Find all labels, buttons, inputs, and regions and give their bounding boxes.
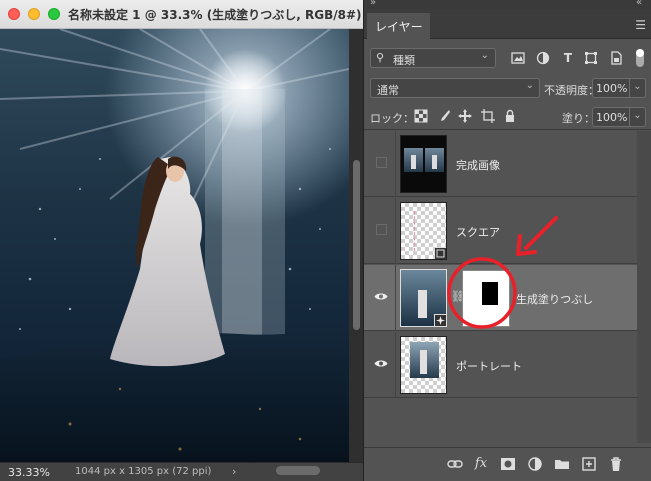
new-group-folder-icon[interactable]	[554, 456, 570, 472]
layer-row-generative-fill[interactable]: ⛓ 生成塗りつぶし	[364, 265, 637, 331]
layer-row-square[interactable]: スクエア	[364, 198, 637, 264]
layer-thumbnail	[400, 336, 447, 394]
expand-icon[interactable]: «	[636, 0, 642, 8]
shape-badge-icon	[434, 247, 446, 259]
search-icon: ⚲	[376, 51, 385, 64]
layer-mask-thumbnail[interactable]	[462, 270, 510, 327]
visibility-toggle[interactable]	[364, 265, 396, 331]
visibility-toggle[interactable]	[364, 131, 396, 197]
layer-thumbnail	[400, 135, 447, 193]
generative-badge-icon	[434, 314, 446, 326]
fill-label: 塗り：	[562, 112, 595, 125]
filter-toggle[interactable]	[636, 49, 644, 67]
filter-kind-select[interactable]: ⚲ 種類 ⌄	[370, 48, 496, 68]
visibility-off-box[interactable]	[376, 157, 387, 168]
opacity-label: 不透明度：	[544, 84, 599, 97]
eye-icon[interactable]	[374, 359, 388, 368]
lock-label: ロック：	[370, 112, 414, 125]
lock-position-icon[interactable]	[458, 109, 472, 123]
visibility-toggle[interactable]	[364, 198, 396, 264]
layer-name[interactable]: ポートレート	[456, 358, 522, 374]
fill-dropdown-chevron-icon[interactable]: ⌄	[630, 107, 646, 127]
horizontal-scroll-thumb[interactable]	[276, 466, 320, 475]
panel-tabs: レイヤー ☰	[364, 9, 651, 39]
tab-layers[interactable]: レイヤー	[367, 13, 430, 39]
opacity-input[interactable]: 100%	[592, 78, 630, 98]
visibility-toggle[interactable]	[364, 332, 396, 398]
visibility-off-box[interactable]	[376, 224, 387, 235]
link-layers-icon[interactable]	[447, 456, 463, 472]
chevron-down-icon: ⌄	[480, 50, 489, 61]
vertical-scroll-thumb[interactable]	[353, 160, 360, 330]
blend-mode-select[interactable]: 通常 ⌄	[370, 78, 540, 98]
type-layer-filter-icon[interactable]: T	[561, 51, 575, 65]
lock-artboard-icon[interactable]	[481, 109, 495, 123]
delete-layer-trash-icon[interactable]	[608, 456, 624, 472]
lock-row: ロック： 塗り： 100% ⌄	[364, 104, 651, 130]
panel-header-strip: » «	[364, 0, 651, 9]
eye-icon[interactable]	[374, 292, 388, 301]
opacity-dropdown-chevron-icon[interactable]: ⌄	[630, 78, 646, 98]
layer-filter-row: ⚲ 種類 ⌄ T	[364, 44, 651, 72]
blend-row: 通常 ⌄ 不透明度： 100% ⌄	[364, 76, 651, 102]
layers-panel-toolbar: fx	[364, 447, 651, 481]
document-window: 名称未設定 1 @ 33.3% (生成塗りつぶし, RGB/8#) * 33.3…	[0, 0, 372, 481]
zoom-level[interactable]: 33.33%	[8, 466, 50, 479]
panel-menu-icon[interactable]: ☰	[635, 18, 646, 32]
lock-transparent-pixels-icon[interactable]	[414, 109, 428, 123]
layer-name[interactable]: スクエア	[456, 224, 500, 240]
document-title: 名称未設定 1 @ 33.3% (生成塗りつぶし, RGB/8#) *	[68, 8, 372, 22]
lock-image-pixels-icon[interactable]	[437, 109, 451, 123]
blend-mode-value: 通常	[377, 84, 399, 97]
layer-name[interactable]: 生成塗りつぶし	[516, 291, 593, 307]
layer-thumbnail	[400, 202, 447, 260]
new-layer-icon[interactable]	[581, 456, 597, 472]
portrait-photo	[0, 29, 349, 462]
collapse-icon[interactable]: »	[370, 0, 376, 8]
layer-row-portrait[interactable]: ポートレート	[364, 332, 637, 398]
document-info: 1044 px x 1305 px (72 ppi)	[75, 466, 212, 477]
layer-name[interactable]: 完成画像	[456, 157, 500, 173]
layer-row-final-image[interactable]: 完成画像	[364, 131, 637, 197]
layer-style-fx-icon[interactable]: fx	[473, 456, 489, 472]
fill-input[interactable]: 100%	[592, 107, 630, 127]
close-window-button[interactable]	[8, 8, 20, 20]
smart-object-filter-icon[interactable]	[609, 51, 623, 65]
zoom-window-button[interactable]	[48, 8, 60, 20]
status-menu-arrow[interactable]: ›	[232, 465, 236, 478]
minimize-window-button[interactable]	[28, 8, 40, 20]
lock-all-icon[interactable]	[503, 109, 517, 123]
adjustment-layer-filter-icon[interactable]	[536, 51, 550, 65]
document-title-bar[interactable]: 名称未設定 1 @ 33.3% (生成塗りつぶし, RGB/8#) *	[0, 0, 372, 29]
filter-kind-label: 種類	[393, 54, 415, 67]
image-canvas[interactable]	[0, 29, 349, 462]
add-mask-icon[interactable]	[500, 456, 516, 472]
chevron-down-icon: ⌄	[525, 80, 534, 91]
pixel-layer-filter-icon[interactable]	[511, 51, 525, 65]
layers-panel: » « レイヤー ☰ ⚲ 種類 ⌄ T 通常 ⌄ 不透明度： 100% ⌄ ロッ…	[363, 0, 651, 481]
new-adjustment-layer-icon[interactable]	[527, 456, 543, 472]
layer-thumbnail[interactable]	[400, 269, 447, 327]
shape-layer-filter-icon[interactable]	[584, 51, 598, 65]
layers-scrollbar[interactable]	[637, 131, 651, 443]
